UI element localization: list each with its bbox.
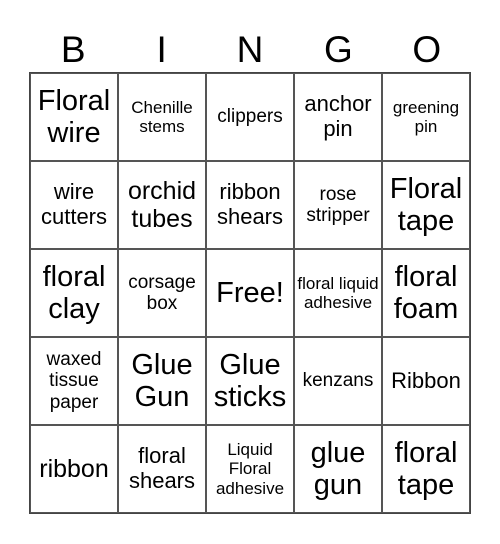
bingo-cell[interactable]: anchor pin: [294, 73, 382, 161]
cell-label: corsage box: [128, 271, 196, 314]
bingo-cell[interactable]: Chenille stems: [118, 73, 206, 161]
bingo-grid: Floral wire Chenille stems clippers anchor …: [29, 72, 471, 514]
cell-label: Ribbon: [391, 367, 461, 393]
cell-label: Floral tape: [389, 172, 463, 237]
cell-label: orchid tubes: [127, 177, 197, 233]
cell-label: floral liquid adhesive: [297, 273, 379, 312]
cell-label: ribbon shears: [216, 179, 284, 229]
bingo-cell[interactable]: wire cutters: [30, 161, 118, 249]
cell-label: ribbon: [39, 455, 109, 483]
cell-label: floral shears: [128, 443, 196, 493]
cell-label: clippers: [217, 106, 283, 128]
bingo-cell[interactable]: Glue Gun: [118, 337, 206, 425]
bingo-cell[interactable]: corsage box: [118, 249, 206, 337]
header-letter-b: B: [60, 29, 86, 70]
bingo-cell[interactable]: floral shears: [118, 425, 206, 513]
cell-label: wire cutters: [40, 179, 108, 229]
cell-label: greening pin: [392, 97, 460, 136]
header-letter-g: G: [324, 29, 353, 70]
bingo-cell[interactable]: greening pin: [382, 73, 470, 161]
bingo-cell[interactable]: ribbon: [30, 425, 118, 513]
free-space-cell[interactable]: Free!: [206, 249, 294, 337]
bingo-header: B I N G O: [29, 28, 471, 72]
bingo-cell[interactable]: Floral tape: [382, 161, 470, 249]
cell-label: floral foam: [393, 260, 459, 325]
cell-label: floral clay: [42, 260, 106, 325]
cell-label: kenzans: [302, 370, 374, 392]
bingo-cell[interactable]: floral clay: [30, 249, 118, 337]
bingo-cell[interactable]: floral foam: [382, 249, 470, 337]
bingo-cell[interactable]: rose stripper: [294, 161, 382, 249]
bingo-cell[interactable]: waxed tissue paper: [30, 337, 118, 425]
cell-label: floral tape: [394, 436, 458, 501]
cell-label: Glue sticks: [213, 348, 287, 413]
cell-label: Floral wire: [37, 84, 111, 149]
header-letter-n: N: [236, 29, 264, 70]
bingo-cell[interactable]: Glue sticks: [206, 337, 294, 425]
bingo-cell[interactable]: orchid tubes: [118, 161, 206, 249]
cell-label: glue gun: [310, 436, 366, 501]
cell-label: Liquid Floral adhesive: [215, 440, 285, 498]
bingo-cell[interactable]: clippers: [206, 73, 294, 161]
bingo-cell[interactable]: ribbon shears: [206, 161, 294, 249]
cell-label: Free!: [216, 276, 284, 309]
bingo-cell[interactable]: Floral wire: [30, 73, 118, 161]
cell-label: Chenille stems: [131, 97, 193, 136]
bingo-cell[interactable]: glue gun: [294, 425, 382, 513]
header-letter-i: I: [156, 29, 167, 70]
bingo-cell[interactable]: Ribbon: [382, 337, 470, 425]
cell-label: rose stripper: [306, 183, 370, 226]
cell-label: waxed tissue paper: [46, 349, 102, 413]
bingo-cell[interactable]: Liquid Floral adhesive: [206, 425, 294, 513]
cell-label: anchor pin: [304, 91, 372, 141]
cell-label: Glue Gun: [131, 348, 193, 413]
bingo-cell[interactable]: floral liquid adhesive: [294, 249, 382, 337]
header-letter-o: O: [412, 29, 442, 70]
bingo-cell[interactable]: kenzans: [294, 337, 382, 425]
bingo-cell[interactable]: floral tape: [382, 425, 470, 513]
